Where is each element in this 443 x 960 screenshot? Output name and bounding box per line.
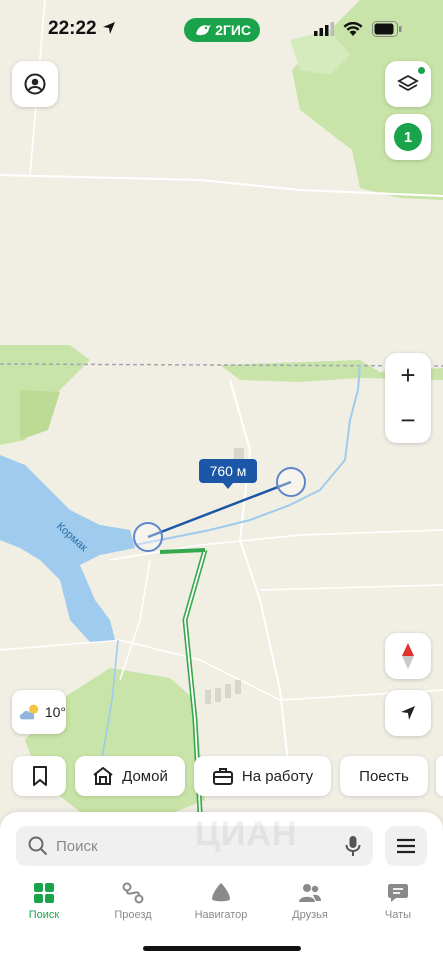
- cloud-sun-icon: [19, 704, 39, 720]
- bottom-tab-bar: Поиск Проезд Навигатор Друзья Чаты: [0, 882, 443, 926]
- battery-icon: [372, 21, 402, 37]
- notification-count-badge: 1: [394, 123, 422, 151]
- home-chip-label: Домой: [122, 767, 168, 785]
- weather-widget[interactable]: 10°: [12, 690, 66, 734]
- status-time: 22:22: [48, 18, 97, 39]
- tab-search-label: Поиск: [28, 909, 60, 921]
- bookmark-icon: [32, 766, 47, 786]
- status-bar: 22:22 2ГИС: [0, 0, 443, 60]
- measure-end-point: [276, 467, 306, 497]
- tab-route-label: Проезд: [114, 909, 152, 921]
- layers-icon: [397, 74, 419, 92]
- home-chip[interactable]: Домой: [75, 756, 185, 796]
- home-icon: [93, 766, 113, 785]
- notifications-button[interactable]: 1: [385, 114, 431, 160]
- eat-chip[interactable]: Поесть: [340, 756, 428, 796]
- compass-icon: [402, 643, 414, 669]
- zoom-in-button[interactable]: +: [385, 353, 431, 398]
- wifi-icon: [343, 22, 363, 36]
- tab-navigator[interactable]: Навигатор: [181, 882, 261, 921]
- grid-icon: [34, 883, 54, 903]
- friends-icon: [299, 884, 321, 902]
- eat-chip-label: Поесть: [359, 767, 409, 785]
- tab-chats-label: Чаты: [384, 909, 412, 921]
- home-indicator: [143, 946, 301, 951]
- profile-icon: [24, 73, 46, 95]
- my-location-button[interactable]: [385, 690, 431, 736]
- tab-friends-label: Друзья: [292, 909, 328, 921]
- chat-icon: [388, 884, 408, 902]
- more-chip-partial[interactable]: [436, 756, 443, 796]
- location-arrow-icon: [103, 22, 115, 34]
- menu-icon: [397, 838, 415, 854]
- layers-indicator-dot: [418, 67, 425, 74]
- menu-button[interactable]: [385, 826, 427, 866]
- signal-icon: [314, 22, 334, 36]
- tab-friends[interactable]: Друзья: [270, 882, 350, 921]
- tab-search[interactable]: Поиск: [4, 882, 84, 921]
- search-icon: [28, 836, 48, 856]
- watermark: ЦИАН: [195, 815, 298, 853]
- briefcase-icon: [212, 768, 233, 785]
- brand-pill: 2ГИС: [184, 18, 260, 42]
- zoom-controls: + −: [385, 353, 431, 443]
- tab-navigator-label: Навигатор: [194, 909, 248, 921]
- navigator-icon: [212, 883, 230, 902]
- measure-start-point: [133, 522, 163, 552]
- weather-temperature: 10°: [44, 704, 66, 720]
- brand-label: 2ГИС: [215, 22, 251, 38]
- tab-chats[interactable]: Чаты: [358, 882, 438, 921]
- compass-button[interactable]: [385, 633, 431, 679]
- distance-label: 760 м: [199, 459, 257, 489]
- tab-route[interactable]: Проезд: [93, 882, 173, 921]
- zoom-out-button[interactable]: −: [385, 398, 431, 443]
- route-icon: [122, 882, 144, 904]
- microphone-icon[interactable]: [345, 835, 361, 857]
- navigation-arrow-icon: [401, 706, 415, 720]
- bookmarks-chip[interactable]: [13, 756, 66, 796]
- bird-icon: [196, 25, 211, 36]
- layers-button[interactable]: [385, 61, 431, 107]
- work-chip-label: На работу: [241, 767, 314, 785]
- profile-button[interactable]: [12, 61, 58, 107]
- work-chip[interactable]: На работу: [194, 756, 331, 796]
